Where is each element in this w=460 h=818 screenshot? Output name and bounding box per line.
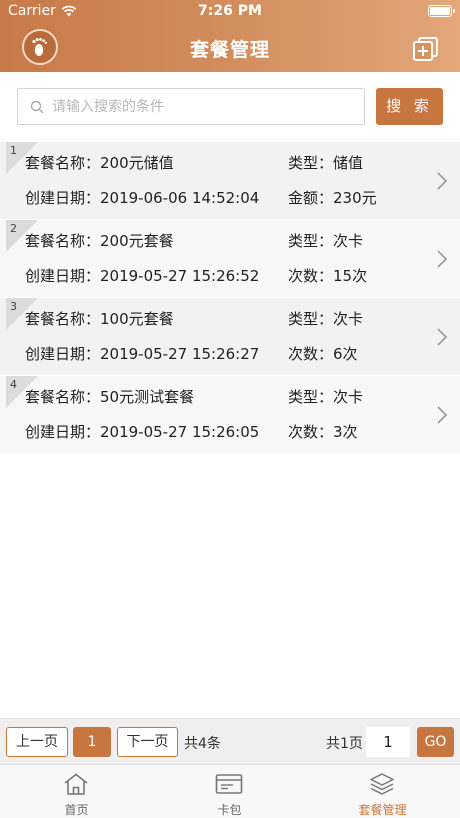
total-count: 共4条 <box>184 736 221 752</box>
package-extra: 次数：15次 <box>288 267 368 285</box>
list-item[interactable]: 3 套餐名称：100元套餐 类型：次卡 创建日期：2019-05-27 15:2… <box>0 298 460 376</box>
item-index: 1 <box>10 144 17 157</box>
search-box <box>17 88 365 125</box>
package-name: 套餐名称：50元测试套餐 <box>25 388 195 406</box>
list-item[interactable]: 2 套餐名称：200元套餐 类型：次卡 创建日期：2019-05-27 15:2… <box>0 220 460 298</box>
chevron-right-icon <box>437 172 448 190</box>
page-title: 套餐管理 <box>189 39 270 61</box>
item-index: 4 <box>10 378 17 391</box>
prev-page-button[interactable]: 上一页 <box>6 727 68 757</box>
package-list: 1 套餐名称：200元储值 类型：储值 创建日期：2019-06-06 14:5… <box>0 142 460 454</box>
pagination-bar: 上一页 1 下一页 共4条 共1页 GO <box>0 718 460 764</box>
tab-package-management[interactable]: 套餐管理 <box>306 765 460 818</box>
package-extra: 次数：6次 <box>288 345 358 363</box>
home-icon <box>64 773 88 795</box>
tab-label: 首页 <box>64 803 89 817</box>
status-time: 7:26 PM <box>198 3 262 19</box>
chevron-right-icon <box>437 406 448 424</box>
search-input[interactable] <box>52 89 357 124</box>
package-type: 类型：次卡 <box>288 232 364 250</box>
tab-card-wallet[interactable]: 卡包 <box>153 765 306 818</box>
tab-bar: 首页 卡包 套餐管理 <box>0 764 460 818</box>
card-icon <box>215 774 243 794</box>
tab-home[interactable]: 首页 <box>0 765 153 818</box>
item-index: 3 <box>10 300 17 313</box>
package-name: 套餐名称：200元套餐 <box>25 232 174 250</box>
chevron-right-icon <box>437 328 448 346</box>
next-page-button[interactable]: 下一页 <box>117 727 178 757</box>
current-page-button[interactable]: 1 <box>73 727 111 757</box>
package-type: 类型：次卡 <box>288 388 364 406</box>
chevron-right-icon <box>437 250 448 268</box>
total-pages: 共1页 <box>326 736 363 752</box>
search-icon <box>30 100 44 114</box>
item-index: 2 <box>10 222 17 235</box>
page-number-input[interactable] <box>366 727 410 757</box>
created-date: 创建日期：2019-05-27 15:26:52 <box>25 267 260 285</box>
status-bar: Carrier 7:26 PM <box>0 0 460 22</box>
package-type: 类型：储值 <box>288 154 364 172</box>
list-item[interactable]: 1 套餐名称：200元储值 类型：储值 创建日期：2019-06-06 14:5… <box>0 142 460 220</box>
package-name: 套餐名称：200元储值 <box>25 154 174 172</box>
created-date: 创建日期：2019-05-27 15:26:05 <box>25 423 260 441</box>
tab-label: 套餐管理 <box>358 803 407 817</box>
go-button[interactable]: GO <box>417 727 454 757</box>
list-item[interactable]: 4 套餐名称：50元测试套餐 类型：次卡 创建日期：2019-05-27 15:… <box>0 376 460 454</box>
package-extra: 次数：3次 <box>288 423 358 441</box>
created-date: 创建日期：2019-06-06 14:52:04 <box>25 189 260 207</box>
created-date: 创建日期：2019-05-27 15:26:27 <box>25 345 260 363</box>
battery-icon <box>428 5 455 17</box>
layers-icon <box>370 773 394 795</box>
package-type: 类型：次卡 <box>288 310 364 328</box>
tab-label: 卡包 <box>217 803 242 817</box>
app-header: Carrier 7:26 PM 套餐管理 <box>0 0 460 72</box>
add-package-icon[interactable] <box>412 36 440 62</box>
package-name: 套餐名称：100元套餐 <box>25 310 174 328</box>
search-button[interactable]: 搜 索 <box>376 88 443 125</box>
package-extra: 金额：230元 <box>288 189 377 207</box>
